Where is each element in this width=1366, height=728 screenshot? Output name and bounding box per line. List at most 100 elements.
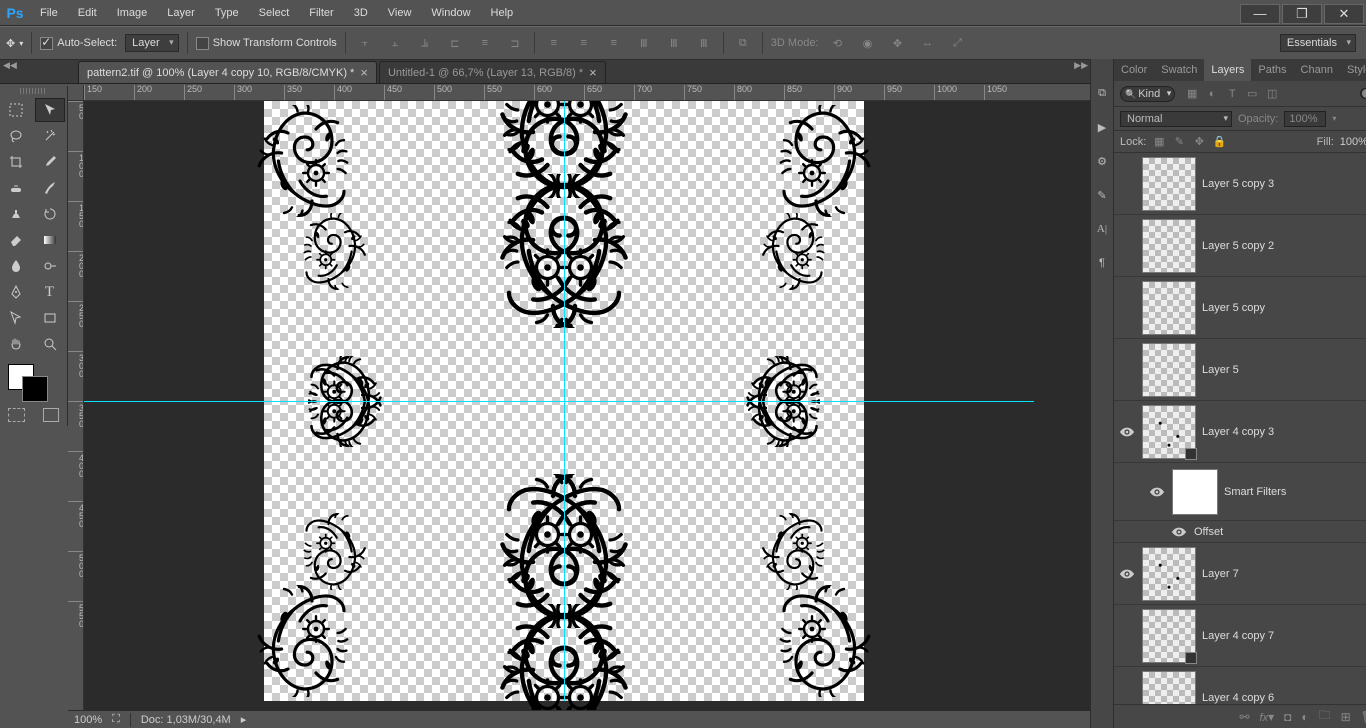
layer-visibility-toggle[interactable] [1148,487,1166,497]
layer-effects-icon[interactable]: fx▾ [1260,710,1275,724]
auto-select-checkbox[interactable]: Auto-Select: [40,37,117,50]
layer-name-label[interactable]: Layer 7 [1202,568,1366,580]
zoom-tool-icon[interactable] [35,332,65,356]
eyedropper-tool-icon[interactable] [35,150,65,174]
rectangle-tool-icon[interactable] [35,306,65,330]
layer-visibility-toggle[interactable] [1118,569,1136,579]
close-icon[interactable]: × [589,65,597,80]
lock-position-icon[interactable]: ✥ [1192,135,1206,149]
zoom-level[interactable]: 100% [74,714,102,726]
filter-shape-icon[interactable]: ▭ [1245,87,1259,101]
layer-row[interactable]: Layer 4 copy 6 [1114,667,1366,704]
layer-list[interactable]: Layer 5 copy 3 Layer 5 copy 2 Layer 5 copy… [1114,153,1366,704]
layer-thumbnail[interactable] [1142,671,1196,705]
clone-source-panel-icon[interactable]: ✎ [1091,185,1113,205]
menu-layer[interactable]: Layer [157,0,205,26]
screen-mode-icon[interactable] [43,408,60,422]
align-right-edges-icon[interactable]: ⊐ [504,32,526,54]
window-close-button[interactable]: ✕ [1324,4,1364,24]
eraser-tool-icon[interactable] [1,228,31,252]
healing-brush-tool-icon[interactable] [1,176,31,200]
chevron-right-icon[interactable]: ▸ [241,713,247,726]
delete-layer-icon[interactable]: 🗑 [1361,710,1366,724]
align-top-edges-icon[interactable]: ⫟ [354,32,376,54]
expand-icon[interactable]: ⛶ [112,713,120,726]
distribute-right-icon[interactable]: Ⅲ [693,32,715,54]
layer-filter-dropdown[interactable]: Kind [1120,86,1175,102]
menu-view[interactable]: View [378,0,422,26]
new-layer-icon[interactable]: ⊞ [1341,710,1351,724]
panel-tab-chann[interactable]: Chann [1294,59,1340,81]
layer-row[interactable]: Layer 7 [1114,543,1366,605]
layer-name-label[interactable]: Layer 5 copy 2 [1202,240,1366,252]
smart-filters-row[interactable]: Smart Filters [1114,463,1366,521]
layer-group-icon[interactable]: 🗀 [1319,706,1331,727]
pen-tool-icon[interactable] [1,280,31,304]
horizontal-ruler[interactable]: 1502002503003504004505005506006507007508… [84,85,1090,101]
blur-tool-icon[interactable] [1,254,31,278]
filter-pixel-icon[interactable]: ▦ [1185,87,1199,101]
filter-adjustment-icon[interactable]: ◐ [1205,87,1219,101]
distribute-top-icon[interactable]: ≡ [543,32,565,54]
smart-filter-item[interactable]: Offset≡ [1114,521,1366,543]
brush-panel-icon[interactable]: ⚙ [1091,151,1113,171]
lock-all-icon[interactable]: 🔒 [1212,135,1226,149]
layer-row[interactable]: Layer 5 [1114,339,1366,401]
move-tool-icon[interactable] [35,98,65,122]
show-transform-checkbox[interactable]: Show Transform Controls [196,37,337,50]
layer-row[interactable]: Layer 5 copy [1114,277,1366,339]
auto-align-icon[interactable]: ⧉ [732,32,754,54]
opacity-input[interactable]: 100% [1284,111,1326,127]
window-minimize-button[interactable]: — [1240,4,1280,24]
panel-tab-layers[interactable]: Layers [1204,59,1251,81]
menu-window[interactable]: Window [421,0,480,26]
paragraph-panel-icon[interactable]: ¶ [1091,253,1113,273]
vertical-ruler[interactable]: 50100150200250300350400450500550 [68,101,84,710]
filter-name-label[interactable]: Offset [1194,526,1366,538]
distribute-left-icon[interactable]: Ⅲ [633,32,655,54]
actions-panel-icon[interactable]: ▶ [1091,117,1113,137]
layer-thumbnail[interactable] [1142,405,1196,459]
menu-type[interactable]: Type [205,0,249,26]
layer-visibility-toggle[interactable] [1118,427,1136,437]
distribute-hcenter-icon[interactable]: Ⅲ [663,32,685,54]
history-brush-tool-icon[interactable] [35,202,65,226]
align-vertical-centers-icon[interactable]: ⫠ [384,32,406,54]
lock-transparency-icon[interactable]: ▦ [1152,135,1166,149]
menu-filter[interactable]: Filter [299,0,343,26]
hand-tool-icon[interactable] [1,332,31,356]
adjustment-layer-icon[interactable]: ◐ [1301,710,1308,724]
layer-thumbnail[interactable] [1142,281,1196,335]
marquee-tool-icon[interactable] [1,98,31,122]
layer-row[interactable]: Layer 5 copy 2 [1114,215,1366,277]
brush-tool-icon[interactable] [35,176,65,200]
background-color-swatch[interactable] [22,376,48,402]
menu-select[interactable]: Select [249,0,300,26]
horizontal-guide[interactable] [84,401,1034,402]
close-icon[interactable]: × [360,65,368,80]
layer-name-label[interactable]: Layer 4 copy 7 [1202,630,1366,642]
menu-image[interactable]: Image [107,0,158,26]
layer-thumbnail[interactable] [1142,157,1196,211]
layer-thumbnail[interactable] [1142,343,1196,397]
layer-row[interactable]: Layer 4 copy 7 [1114,605,1366,667]
align-horizontal-centers-icon[interactable]: ≡ [474,32,496,54]
menu-edit[interactable]: Edit [68,0,107,26]
document-tab-inactive[interactable]: Untitled-1 @ 66,7% (Layer 13, RGB/8) *× [379,61,606,83]
quick-mask-icon[interactable] [8,408,25,422]
document-canvas[interactable] [264,101,864,701]
layer-name-label[interactable]: Layer 5 [1202,364,1366,376]
layer-thumbnail[interactable] [1142,609,1196,663]
collapse-left-icon[interactable]: ◀◀ [3,62,17,69]
layer-row[interactable]: Layer 4 copy 3⎙ [1114,401,1366,463]
panel-tab-styles[interactable]: Styles [1340,59,1366,81]
workspace-dropdown[interactable]: Essentials [1280,34,1356,52]
color-swatches[interactable] [0,358,67,404]
layer-name-label[interactable]: Layer 4 copy 6 [1202,692,1366,704]
crop-tool-icon[interactable] [1,150,31,174]
link-layers-icon[interactable]: ⚯ [1239,710,1249,724]
ruler-origin[interactable] [68,85,84,101]
dodge-tool-icon[interactable] [35,254,65,278]
blend-mode-dropdown[interactable]: Normal [1120,111,1232,127]
layer-name-label[interactable]: Layer 5 copy 3 [1202,178,1366,190]
